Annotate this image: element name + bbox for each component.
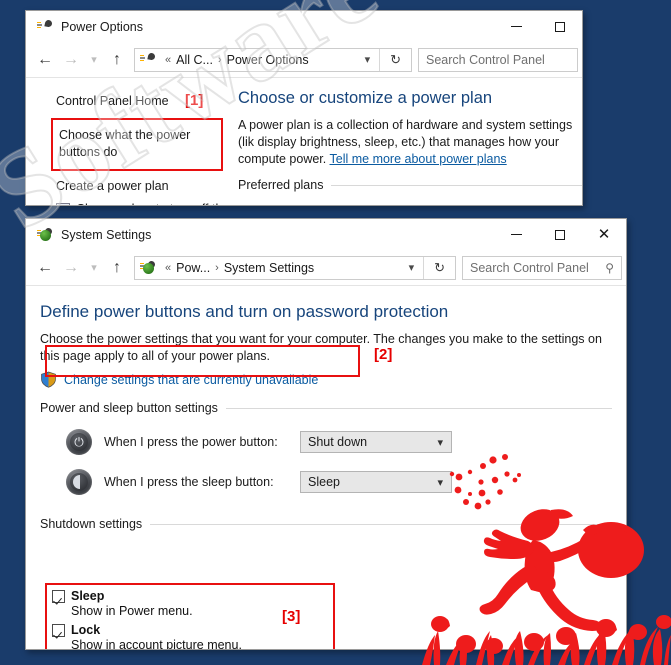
power-plug-icon (37, 18, 53, 35)
chevron-down-icon: ▾ (437, 436, 443, 449)
sleep-button-value: Sleep (308, 475, 340, 489)
power-button-value: Shut down (308, 435, 368, 449)
sleep-button-row: When I press the sleep button: Sleep ▾ (40, 469, 626, 495)
chevron-down-icon[interactable]: ▾ (356, 53, 380, 66)
chevron-down-icon[interactable]: ▾ (84, 253, 104, 283)
divider (150, 523, 612, 525)
breadcrumb-current[interactable]: Power Options (227, 53, 309, 67)
sidebar-home-link[interactable]: Control Panel Home (56, 94, 169, 108)
breadcrumb-prefix: « (165, 261, 172, 274)
window2-title: System Settings (61, 227, 152, 242)
divider (225, 407, 612, 409)
close-icon[interactable]: ✕ (582, 219, 626, 250)
window1-navbar[interactable]: ← → ▾ ↑ « All C... › Power Options ▾ ↻ S… (26, 42, 582, 78)
search-icon[interactable]: ⚲ (605, 261, 621, 275)
minimize-icon[interactable] (494, 11, 538, 42)
power-sleep-group: Power and sleep button settings (40, 401, 612, 415)
desktop-background: Power Options ← → ▾ ↑ « All C... › Power… (0, 0, 671, 665)
search-input[interactable]: Search Control Panel ⚲ (462, 255, 622, 280)
maximize-icon[interactable] (538, 11, 582, 42)
minimize-icon[interactable] (494, 219, 538, 250)
annotation-1: [1] (185, 92, 204, 109)
window-power-options[interactable]: Power Options ← → ▾ ↑ « All C... › Power… (25, 10, 583, 206)
shutdown-settings-label: Shutdown settings (40, 517, 143, 531)
search-placeholder: Search Control Panel (470, 260, 589, 275)
sleep-button-label: When I press the sleep button: (104, 475, 274, 489)
breadcrumb-separator: › (217, 53, 222, 66)
breadcrumb-separator: › (215, 261, 219, 274)
power-button-select[interactable]: Shut down ▾ (300, 431, 452, 453)
window2-titlebar[interactable]: System Settings ✕ (26, 219, 626, 250)
annotation-2: [2] (374, 346, 393, 363)
highlight-box-1: Choose what the power buttons do (51, 118, 223, 171)
window-system-settings[interactable]: System Settings ✕ ← → ▾ ↑ « Pow... › Sys… (25, 218, 627, 650)
breadcrumb[interactable]: « Pow... › System Settings ▾ ↻ (134, 255, 456, 280)
chevron-down-icon: ▾ (437, 476, 443, 489)
breadcrumb-root[interactable]: Pow... (176, 261, 210, 275)
breadcrumb-prefix: « (165, 53, 172, 66)
power-plug-icon (140, 51, 156, 68)
up-arrow-icon[interactable]: ↑ (104, 45, 130, 75)
forward-arrow-icon[interactable]: → (58, 253, 84, 283)
power-plug-icon (37, 226, 53, 243)
up-arrow-icon[interactable]: ↑ (104, 253, 130, 283)
forward-arrow-icon[interactable]: → (58, 45, 84, 75)
page-description: A power plan is a collection of hardware… (238, 117, 582, 168)
power-button-icon: ⏻ (66, 429, 92, 455)
breadcrumb-current[interactable]: System Settings (224, 261, 314, 275)
window1-titlebar[interactable]: Power Options (26, 11, 582, 42)
power-button-row: ⏻ When I press the power button: Shut do… (40, 429, 626, 455)
window2-main: Define power buttons and turn on passwor… (26, 286, 626, 649)
chevron-down-icon[interactable]: ▾ (84, 45, 104, 75)
search-input[interactable]: Search Control Panel (418, 47, 578, 72)
page-title: Define power buttons and turn on passwor… (40, 302, 449, 321)
highlight-box-2 (45, 345, 360, 377)
sidebar-item-create-power-plan[interactable]: Create a power plan (56, 179, 238, 193)
breadcrumb-root[interactable]: All C... (176, 53, 213, 67)
window2-controls[interactable]: ✕ (494, 219, 626, 250)
refresh-icon[interactable]: ↻ (424, 260, 455, 276)
sleep-button-select[interactable]: Sleep ▾ (300, 471, 452, 493)
maximize-icon[interactable] (538, 219, 582, 250)
monitor-clock-icon (56, 202, 71, 205)
power-button-label: When I press the power button: (104, 435, 278, 449)
back-arrow-icon[interactable]: ← (32, 253, 58, 283)
shutdown-settings-group: Shutdown settings (40, 517, 612, 531)
window2-navbar[interactable]: ← → ▾ ↑ « Pow... › System Settings ▾ ↻ S… (26, 250, 626, 286)
sidebar-item-turn-off-display[interactable]: Choose when to turn off the (56, 201, 238, 205)
window1-main: Choose or customize a power plan A power… (238, 78, 582, 205)
breadcrumb[interactable]: « All C... › Power Options ▾ ↻ (134, 47, 412, 72)
sidebar: Control Panel Home [1] Choose what the p… (26, 78, 238, 205)
preferred-plans-label: Preferred plans (238, 178, 324, 192)
refresh-icon[interactable]: ↻ (380, 52, 411, 68)
power-plug-icon (140, 259, 156, 276)
window1-body: Control Panel Home [1] Choose what the p… (26, 78, 582, 205)
sidebar-item-label: Choose when to turn off the (76, 201, 229, 205)
window1-controls[interactable] (494, 11, 582, 42)
sleep-button-icon (66, 469, 92, 495)
window1-title: Power Options (61, 19, 143, 34)
power-plans-link[interactable]: Tell me more about power plans (330, 152, 507, 166)
sidebar-item-choose-power-buttons[interactable]: Choose what the power buttons do (59, 127, 213, 161)
back-arrow-icon[interactable]: ← (32, 45, 58, 75)
search-placeholder: Search Control Panel (426, 52, 545, 67)
divider (331, 184, 582, 186)
annotation-3: [3] (282, 608, 301, 625)
page-title: Choose or customize a power plan (238, 89, 493, 107)
chevron-down-icon[interactable]: ▾ (400, 261, 424, 274)
power-sleep-group-label: Power and sleep button settings (40, 401, 218, 415)
preferred-plans-group: Preferred plans (238, 178, 582, 192)
